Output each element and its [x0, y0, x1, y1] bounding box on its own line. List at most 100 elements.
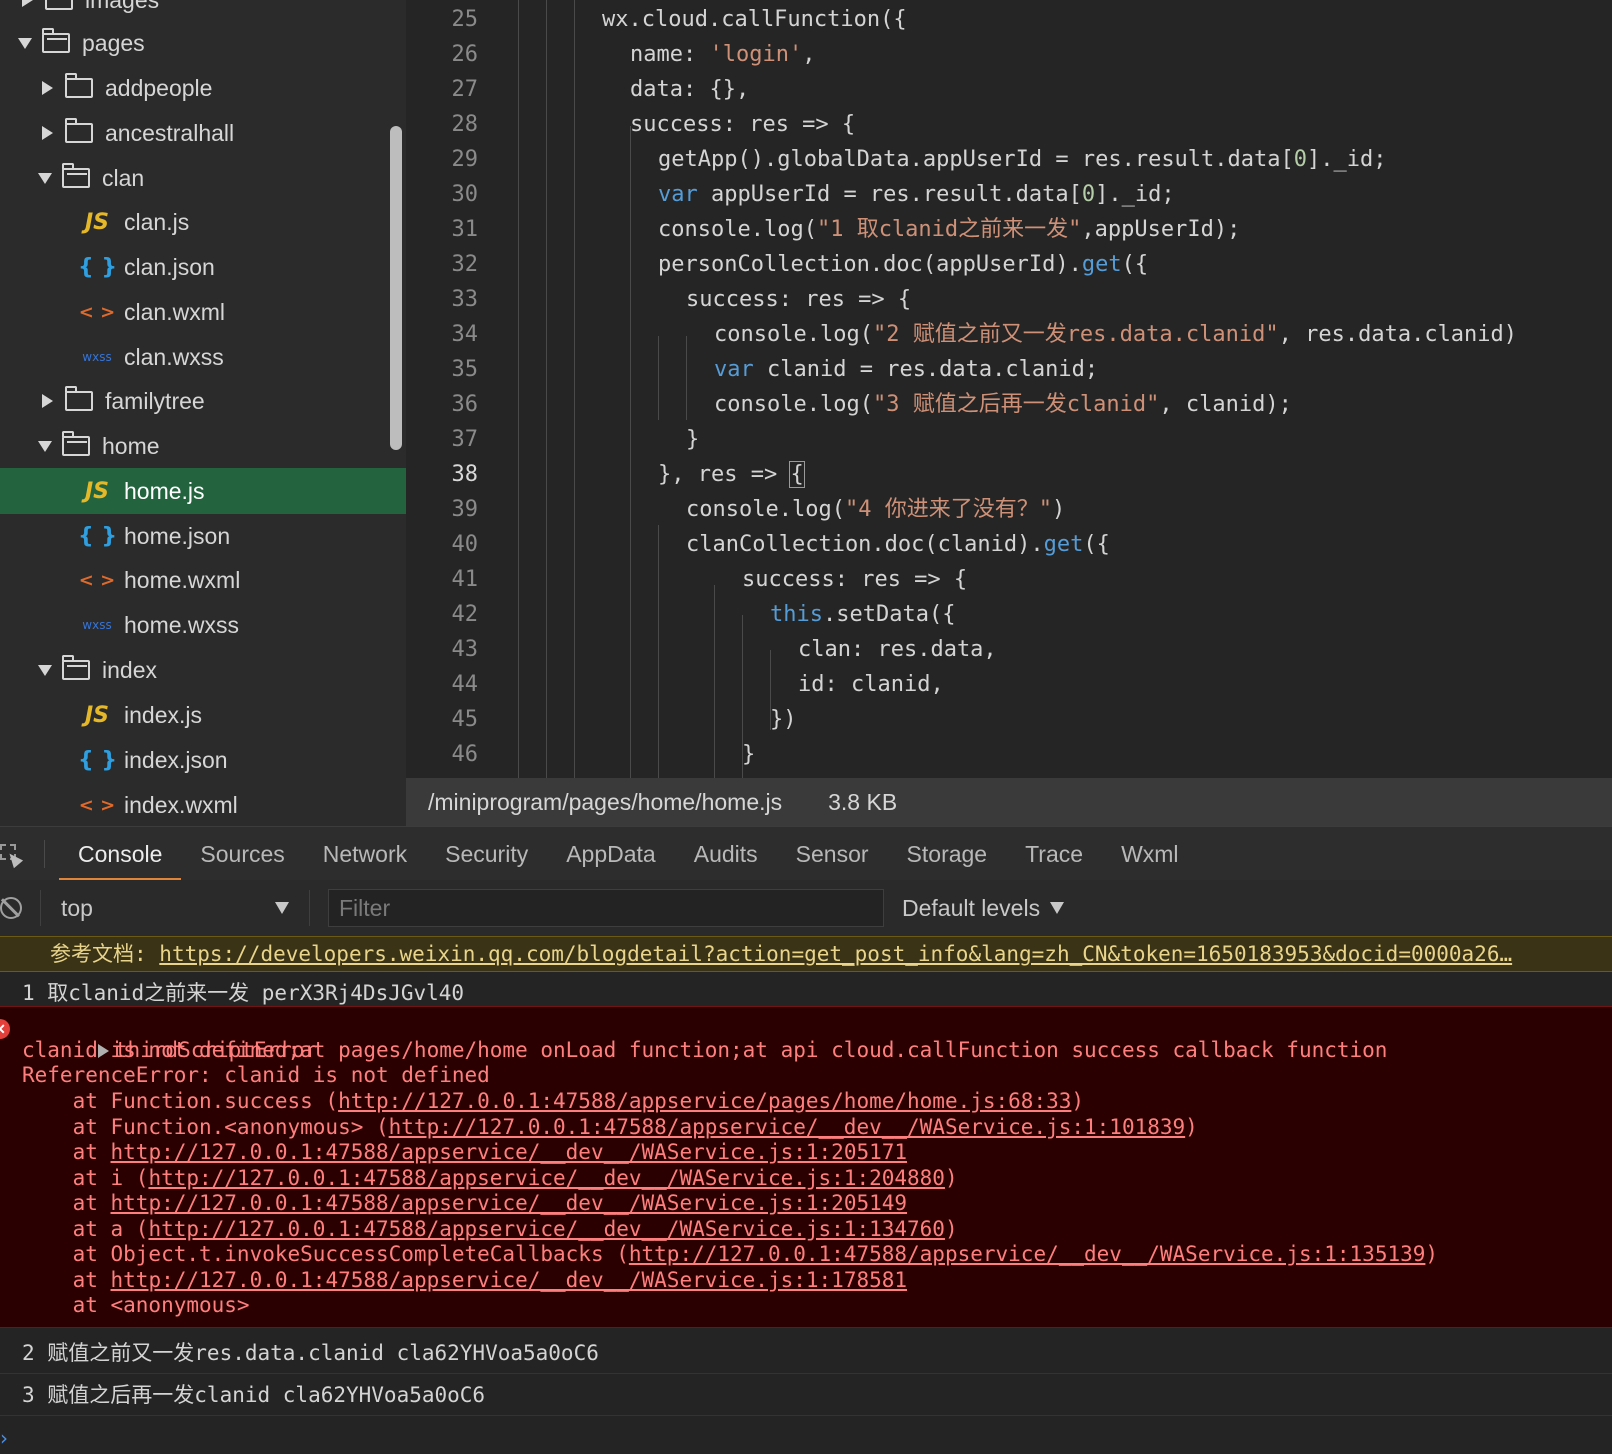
- tree-folder[interactable]: familytree: [0, 378, 406, 424]
- stack-frame-text: at: [22, 1191, 111, 1215]
- tree-folder[interactable]: index: [0, 647, 406, 693]
- stack-frame-link[interactable]: http://127.0.0.1:47588/appservice/__dev_…: [111, 1140, 908, 1164]
- stack-frame: at <anonymous>: [22, 1292, 250, 1318]
- stack-frame-link[interactable]: http://127.0.0.1:47588/appservice/__dev_…: [629, 1242, 1426, 1266]
- indent-guide: [658, 525, 659, 778]
- line-number: 32: [451, 252, 479, 277]
- caret-down-icon[interactable]: [38, 440, 52, 452]
- code-line[interactable]: }, res => {: [658, 457, 805, 493]
- tab-storage[interactable]: Storage: [888, 827, 1007, 881]
- code-line[interactable]: success: res => {: [686, 282, 911, 318]
- caret-down-icon[interactable]: [18, 37, 32, 49]
- context-select[interactable]: top: [40, 890, 310, 926]
- code-editor[interactable]: 25 26 27 28 29 30 31 32 33 34 35 36 37 38 39 40 41 42 43 44…: [406, 0, 1612, 778]
- tree-file[interactable]: < > home.wxml: [0, 557, 406, 603]
- tree-item-label: home.wxml: [124, 566, 241, 593]
- caret-right-icon[interactable]: [42, 394, 53, 408]
- code-line[interactable]: success: res => {: [630, 107, 855, 143]
- error-message: clanid is not defined;at pages/home/home…: [22, 1038, 1388, 1062]
- code-token: success: res => {: [630, 112, 856, 137]
- code-line[interactable]: id: clanid,: [798, 667, 944, 703]
- caret-right-icon[interactable]: [22, 0, 33, 7]
- code-token: }: [742, 742, 756, 767]
- code-line[interactable]: console.log("3 赋值之后再一发clanid", clanid);: [714, 387, 1292, 423]
- tab-wxml[interactable]: Wxml: [1102, 827, 1197, 881]
- js-file-icon: JS: [84, 702, 110, 728]
- caret-right-icon[interactable]: [42, 126, 53, 140]
- folder-icon: [65, 118, 93, 143]
- code-line[interactable]: }: [686, 422, 699, 458]
- line-number: 28: [451, 112, 479, 137]
- tab-appdata[interactable]: AppData: [547, 827, 675, 881]
- code-line[interactable]: }): [770, 702, 797, 738]
- tab-network[interactable]: Network: [304, 827, 426, 881]
- filter-input[interactable]: [328, 889, 884, 927]
- code-line[interactable]: name: 'login',: [630, 37, 815, 73]
- indent-guide: [574, 0, 575, 778]
- warning-link[interactable]: https://developers.weixin.qq.com/blogdet…: [159, 942, 1512, 966]
- caret-down-icon[interactable]: [38, 172, 52, 184]
- stack-frame-link[interactable]: http://127.0.0.1:47588/appservice/__dev_…: [389, 1115, 1186, 1139]
- code-token: this: [770, 602, 823, 627]
- tab-trace[interactable]: Trace: [1006, 827, 1102, 881]
- clear-console-icon[interactable]: [0, 897, 22, 919]
- code-token: var: [658, 182, 698, 207]
- code-token: id: clanid,: [798, 672, 944, 697]
- inspect-element-icon[interactable]: [0, 842, 24, 866]
- stack-frame-link[interactable]: http://127.0.0.1:47588/appservice/pages/…: [338, 1089, 1071, 1113]
- tree-file[interactable]: JS home.js: [0, 468, 406, 514]
- tree-file[interactable]: wxss home.wxss: [0, 602, 406, 648]
- tree-file[interactable]: < > clan.wxml: [0, 289, 406, 335]
- code-line[interactable]: success: res => {: [742, 562, 967, 598]
- code-line[interactable]: clanCollection.doc(clanid).get({: [686, 527, 1110, 563]
- code-line[interactable]: clan: res.data,: [798, 632, 997, 668]
- tree-file[interactable]: JS clan.js: [0, 199, 406, 245]
- tab-sensor[interactable]: Sensor: [777, 827, 888, 881]
- tree-file[interactable]: JS index.js: [0, 692, 406, 738]
- tab-console[interactable]: Console: [59, 827, 182, 881]
- tree-folder[interactable]: clan: [0, 155, 406, 201]
- stack-frame-link[interactable]: http://127.0.0.1:47588/appservice/__dev_…: [111, 1268, 908, 1292]
- code-line[interactable]: personCollection.doc(appUserId).get({: [658, 247, 1148, 283]
- code-line[interactable]: getApp().globalData.appUserId = res.resu…: [658, 142, 1387, 178]
- tree-file[interactable]: { } clan.json: [0, 244, 406, 290]
- code-line[interactable]: console.log("1 取clanid之前来一发",appUserId);: [658, 212, 1240, 248]
- console-prompt-icon[interactable]: ›: [0, 1426, 8, 1450]
- stack-frame-link[interactable]: http://127.0.0.1:47588/appservice/__dev_…: [111, 1191, 908, 1215]
- error-reference: ReferenceError: clanid is not defined: [22, 1063, 490, 1087]
- code-line[interactable]: wx.cloud.callFunction({: [602, 2, 907, 38]
- stack-frame-link[interactable]: http://127.0.0.1:47588/appservice/__dev_…: [148, 1217, 945, 1241]
- folder-icon: [65, 386, 93, 411]
- tree-file[interactable]: { } index.json: [0, 737, 406, 783]
- line-number: 44: [451, 672, 479, 697]
- code-line[interactable]: data: {},: [630, 72, 749, 108]
- code-line[interactable]: var clanid = res.data.clanid;: [714, 352, 1098, 388]
- tree-file[interactable]: { } home.json: [0, 513, 406, 559]
- tree-file[interactable]: < > index.wxml: [0, 782, 406, 826]
- code-line[interactable]: }: [742, 737, 755, 773]
- code-token: 0: [1293, 147, 1308, 172]
- error-title-row[interactable]: thirdScriptError: [22, 1011, 317, 1062]
- code-line[interactable]: console.log("4 你进来了没有？"): [686, 492, 1065, 528]
- log-levels-select[interactable]: Default levels: [902, 895, 1065, 922]
- tab-audits[interactable]: Audits: [675, 827, 777, 881]
- code-token: 'login': [709, 42, 803, 67]
- tree-folder[interactable]: addpeople: [0, 65, 406, 111]
- stack-frame: at Object.t.invokeSuccessCompleteCallbac…: [22, 1241, 1438, 1267]
- stack-frame-text: ): [944, 1165, 958, 1190]
- tab-security[interactable]: Security: [426, 827, 547, 881]
- console-toolbar: top Default levels: [0, 880, 1612, 937]
- caret-down-icon[interactable]: [38, 664, 52, 676]
- tree-folder[interactable]: ancestralhall: [0, 110, 406, 156]
- caret-right-icon[interactable]: [42, 81, 53, 95]
- tree-folder[interactable]: pages: [0, 20, 406, 66]
- code-line[interactable]: var appUserId = res.result.data[0]._id;: [658, 177, 1175, 213]
- stack-frame-link[interactable]: http://127.0.0.1:47588/appservice/__dev_…: [148, 1166, 945, 1190]
- code-token: console.log(: [686, 497, 845, 522]
- tab-sources[interactable]: Sources: [181, 827, 303, 881]
- tree-file[interactable]: wxss clan.wxss: [0, 334, 406, 380]
- code-line[interactable]: this.setData({: [770, 597, 955, 633]
- tree-scrollbar[interactable]: [390, 126, 402, 450]
- code-line[interactable]: console.log("2 赋值之前又一发res.data.clanid", …: [714, 317, 1517, 353]
- tree-folder[interactable]: home: [0, 423, 406, 469]
